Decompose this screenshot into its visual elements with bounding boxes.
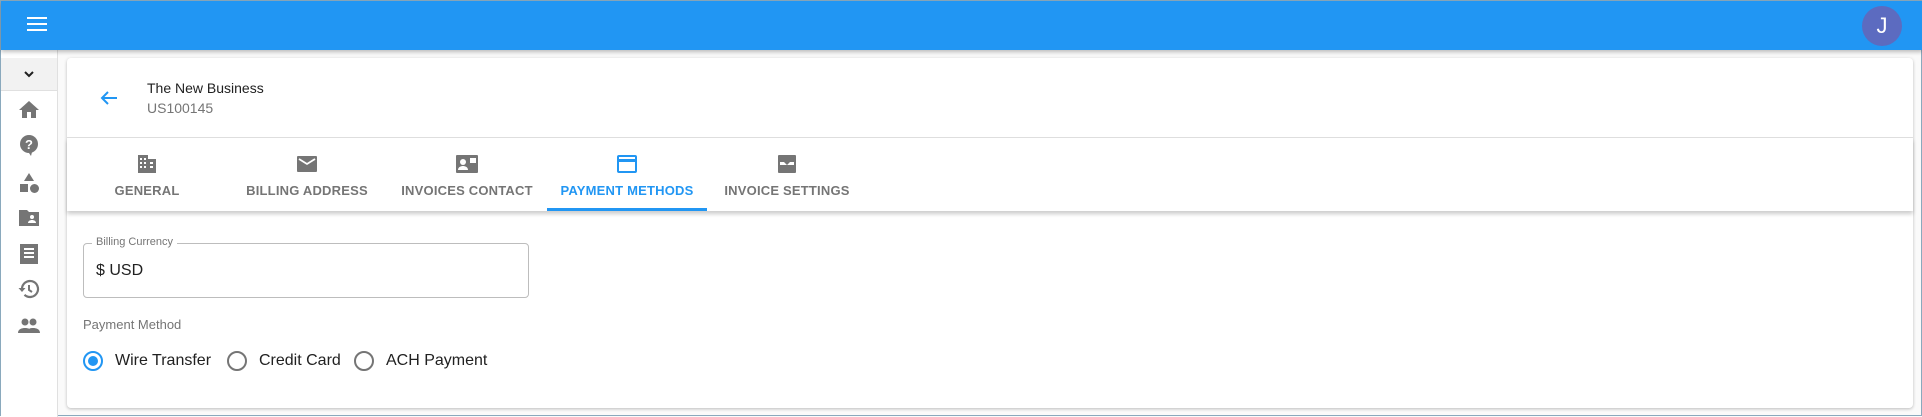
business-card: The New Business US100145 GENERAL BILLIN… — [67, 58, 1913, 408]
tab-general[interactable]: GENERAL — [67, 138, 227, 211]
tab-label: BILLING ADDRESS — [246, 183, 368, 198]
receipt-icon[interactable] — [17, 242, 41, 266]
tab-label: INVOICE SETTINGS — [724, 183, 850, 198]
history-icon[interactable] — [17, 277, 41, 301]
business-name: The New Business — [147, 80, 264, 96]
chevron-down-icon — [24, 71, 34, 78]
tab-label: GENERAL — [114, 183, 180, 198]
avatar[interactable]: J — [1862, 6, 1902, 46]
card-header: The New Business US100145 — [67, 58, 1913, 138]
radio-label: Wire Transfer — [115, 352, 212, 369]
tab-label: INVOICES CONTACT — [401, 183, 533, 198]
back-arrow-icon[interactable] — [97, 86, 121, 110]
inbox-icon — [778, 155, 796, 173]
tab-invoices-contact[interactable]: INVOICES CONTACT — [387, 138, 547, 211]
radio-unchecked-icon[interactable] — [354, 351, 374, 371]
folder-shared-icon[interactable] — [17, 206, 41, 230]
category-icon[interactable] — [17, 171, 41, 195]
business-id: US100145 — [147, 100, 214, 116]
billing-currency-select[interactable]: Billing Currency $ USD — [83, 236, 529, 298]
radio-ach-payment[interactable]: ACH Payment — [354, 351, 487, 371]
people-icon[interactable] — [17, 314, 41, 338]
radio-credit-card[interactable]: Credit Card — [227, 351, 341, 371]
radio-checked-icon[interactable] — [83, 351, 103, 371]
top-app-bar: J — [1, 1, 1922, 50]
sidebar-collapse-button[interactable] — [1, 58, 57, 91]
billing-currency-label: Billing Currency — [92, 236, 178, 248]
radio-wire-transfer[interactable]: Wire Transfer — [83, 351, 211, 371]
tab-invoice-settings[interactable]: INVOICE SETTINGS — [707, 138, 867, 211]
contact-mail-icon — [456, 155, 478, 173]
radio-unchecked-icon[interactable] — [227, 351, 247, 371]
tab-label: PAYMENT METHODS — [560, 183, 694, 198]
radio-label: Credit Card — [259, 352, 341, 369]
radio-label: ACH Payment — [386, 352, 488, 369]
help-icon[interactable]: ? — [17, 133, 41, 157]
tab-bar: GENERAL BILLING ADDRESS INVOICES CONTACT… — [67, 138, 1913, 211]
building-icon — [138, 155, 156, 173]
menu-icon[interactable] — [27, 17, 47, 33]
sidebar: ? — [1, 50, 58, 417]
home-icon[interactable] — [17, 98, 41, 122]
svg-text:?: ? — [25, 137, 33, 152]
credit-card-icon — [617, 155, 637, 173]
payment-method-label: Payment Method — [83, 317, 182, 332]
tab-payment-methods[interactable]: PAYMENT METHODS — [547, 138, 707, 211]
mail-icon — [297, 156, 317, 172]
billing-currency-value: $ USD — [96, 262, 144, 279]
tab-billing-address[interactable]: BILLING ADDRESS — [227, 138, 387, 211]
